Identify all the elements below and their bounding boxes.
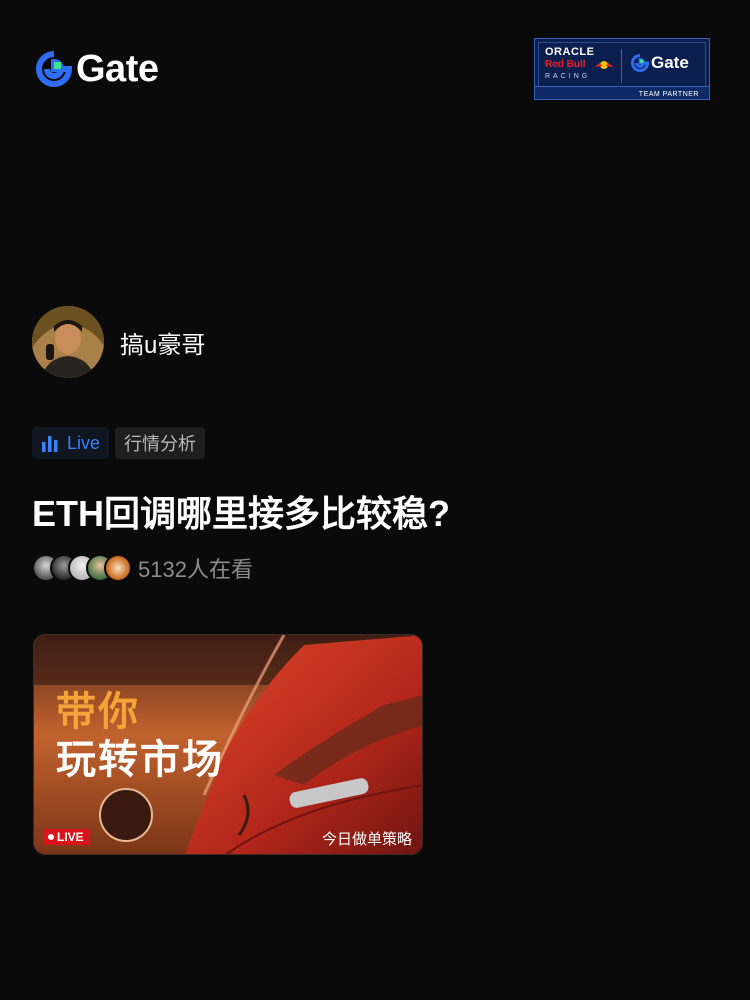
partner-bar: TEAM PARTNER (535, 86, 709, 99)
viewers-text: 5132人在看 (138, 557, 253, 582)
partner-team-text: TEAM PARTNER (638, 91, 699, 98)
live-badge-label: LIVE (57, 830, 84, 844)
team-partner-badge: ORACLE Red Bull RACING Gate TEAM PARTNER (534, 38, 710, 100)
partner-oracle-text: ORACLE (545, 46, 595, 58)
avatar-portrait (32, 306, 104, 378)
viewer-count: 5132人在看 (32, 552, 253, 584)
stream-title[interactable]: ETH回调哪里接多比较稳? (32, 490, 450, 538)
redbull-bull-icon (594, 61, 614, 69)
partner-divider (621, 49, 622, 83)
gate-logo-icon (36, 51, 72, 87)
logo-text: Gate (76, 48, 159, 90)
live-badge: LIVE (43, 829, 90, 845)
thumbnail-caption: 今日做单策略 (321, 831, 412, 848)
category-tag-label: 行情分析 (124, 434, 197, 454)
partner-racing-text: RACING (545, 73, 591, 80)
partner-redbull-text: Red Bull (545, 59, 586, 70)
category-tag[interactable]: 行情分析 (115, 427, 206, 459)
gate-logo[interactable]: Gate (36, 48, 159, 90)
viewer-avatar (104, 554, 132, 582)
page: Gate ORACLE Red Bull RACING Gate TEAM PA… (0, 0, 750, 1000)
partner-gate-icon (631, 54, 649, 72)
partner-gate-logo: Gate (631, 53, 689, 73)
streamer-info[interactable]: 搞u豪哥 (32, 306, 205, 378)
live-tag[interactable]: Live (32, 427, 110, 459)
thumbnail-headline-line2: 玩转市场 (56, 738, 224, 782)
stream-thumbnail-card[interactable]: 带你 玩转市场 LIVE 今日做单策略 (33, 634, 423, 855)
live-dot-icon (48, 834, 54, 840)
viewer-avatars (32, 554, 132, 582)
stream-tags: Live 行情分析 (32, 427, 206, 459)
partner-gate-text: Gate (651, 53, 689, 72)
live-tag-label: Live (67, 432, 101, 453)
streamer-avatar[interactable] (32, 306, 104, 378)
streamer-name[interactable]: 搞u豪哥 (120, 325, 205, 360)
live-bars-icon (42, 436, 58, 452)
